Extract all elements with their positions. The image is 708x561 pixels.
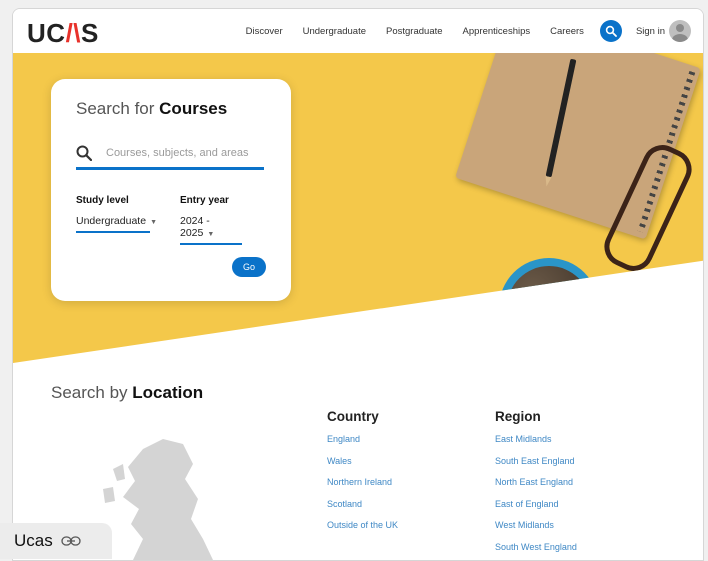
region-link[interactable]: South East England <box>495 456 577 478</box>
region-link[interactable]: North East England <box>495 477 577 499</box>
course-search-input[interactable]: Courses, subjects, and areas <box>76 139 264 170</box>
nav-careers[interactable]: Careers <box>550 26 584 37</box>
go-button[interactable]: Go <box>232 257 266 277</box>
badge-label: Ucas <box>14 531 53 551</box>
region-link[interactable]: West Midlands <box>495 520 577 542</box>
region-link[interactable]: East Midlands <box>495 434 577 456</box>
region-link[interactable]: South West England <box>495 542 577 561</box>
region-list: East Midlands South East England North E… <box>495 434 577 561</box>
country-link[interactable]: Wales <box>327 456 398 478</box>
country-link[interactable]: England <box>327 434 398 456</box>
signin-button[interactable]: Sign in <box>636 20 691 42</box>
site-header: UC/\S Discover Undergraduate Postgraduat… <box>13 9 703 53</box>
entry-year-select[interactable]: 2024 - 2025▼ <box>180 215 242 245</box>
main-nav: Discover Undergraduate Postgraduate Appr… <box>226 9 691 53</box>
ucas-logo[interactable]: UC/\S <box>27 18 99 49</box>
nav-postgraduate[interactable]: Postgraduate <box>386 26 443 37</box>
caret-down-icon: ▼ <box>150 219 157 226</box>
search-icon <box>605 25 617 37</box>
plant-image <box>499 258 599 358</box>
country-link[interactable]: Scotland <box>327 499 398 521</box>
study-level-label: Study level <box>76 195 129 206</box>
header-search-button[interactable] <box>600 20 622 42</box>
location-title: Search by Location <box>51 383 203 403</box>
country-link[interactable]: Outside of the UK <box>327 520 398 542</box>
nav-discover[interactable]: Discover <box>246 26 283 37</box>
country-list: England Wales Northern Ireland Scotland … <box>327 434 398 542</box>
nav-apprenticeships[interactable]: Apprenticeships <box>463 26 531 37</box>
source-badge[interactable]: Ucas <box>0 523 112 559</box>
avatar-icon <box>669 20 691 42</box>
search-icon <box>76 145 92 161</box>
course-search-card: Search for Courses Courses, subjects, an… <box>51 79 291 301</box>
country-link[interactable]: Northern Ireland <box>327 477 398 499</box>
browser-frame: UC/\S Discover Undergraduate Postgraduat… <box>12 8 704 561</box>
region-heading: Region <box>495 409 541 424</box>
study-level-select[interactable]: Undergraduate▼ <box>76 215 150 233</box>
card-title: Search for Courses <box>76 99 227 119</box>
country-heading: Country <box>327 409 379 424</box>
search-placeholder: Courses, subjects, and areas <box>106 147 248 159</box>
signin-label: Sign in <box>636 26 665 37</box>
link-icon <box>61 535 81 547</box>
caret-down-icon: ▼ <box>207 231 214 238</box>
region-link[interactable]: East of England <box>495 499 577 521</box>
entry-year-label: Entry year <box>180 195 229 206</box>
nav-undergraduate[interactable]: Undergraduate <box>303 26 366 37</box>
